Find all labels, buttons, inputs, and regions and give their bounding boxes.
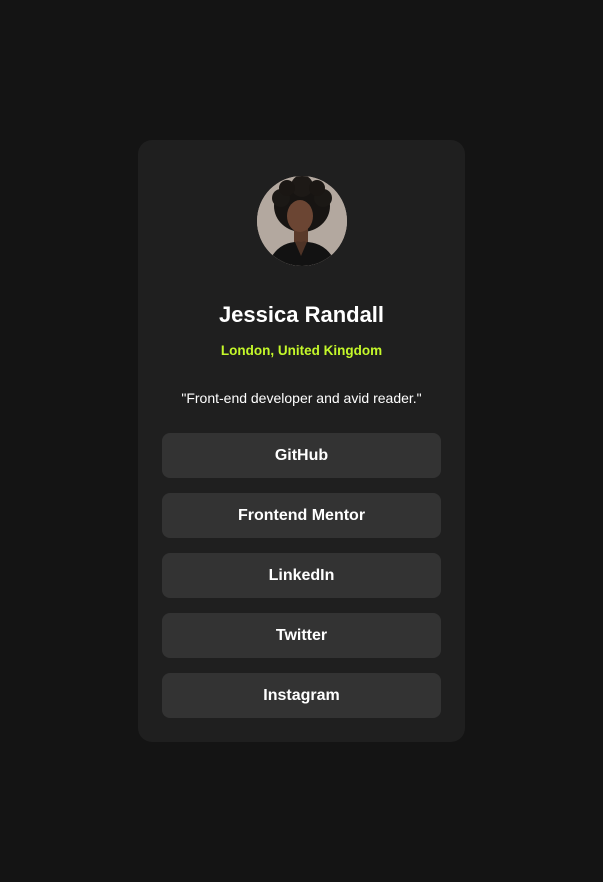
profile-bio: "Front-end developer and avid reader." [181, 390, 422, 406]
twitter-link-button[interactable]: Twitter [162, 613, 441, 658]
frontend-mentor-link-button[interactable]: Frontend Mentor [162, 493, 441, 538]
profile-photo-icon [257, 176, 347, 266]
instagram-link-button[interactable]: Instagram [162, 673, 441, 718]
social-links: GitHub Frontend Mentor LinkedIn Twitter … [162, 433, 441, 733]
avatar [257, 176, 347, 266]
profile-card: Jessica Randall London, United Kingdom "… [138, 140, 465, 742]
github-link-button[interactable]: GitHub [162, 433, 441, 478]
linkedin-link-button[interactable]: LinkedIn [162, 553, 441, 598]
profile-location: London, United Kingdom [220, 343, 383, 358]
profile-name: Jessica Randall [218, 302, 385, 327]
